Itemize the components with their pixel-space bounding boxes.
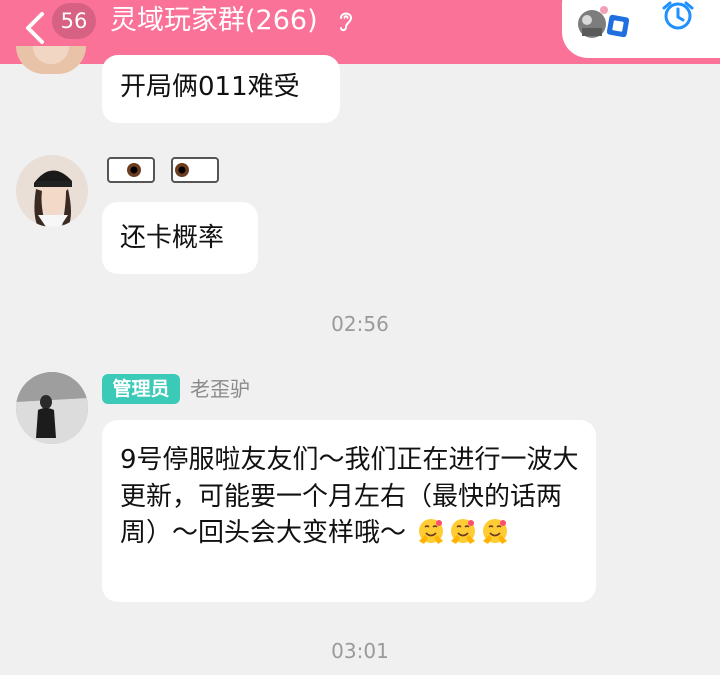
message-bubble[interactable]: 开局俩011难受 — [102, 55, 340, 123]
message-text: 还卡概率 — [120, 223, 225, 253]
user-avatar[interactable] — [16, 155, 88, 227]
message-bubble[interactable]: 还卡概率 — [102, 202, 258, 274]
timestamp: 02:56 — [331, 312, 389, 336]
eyes-emoji-icon — [107, 157, 219, 183]
avatar-image — [16, 155, 88, 227]
message-text: 9号停服啦友友们～我们正在进行一波大更新，可能要一个月左右（最快的话两周）～回头… — [120, 442, 590, 552]
unread-count-badge[interactable]: 56 — [52, 3, 96, 39]
sender-avatar-partial[interactable] — [16, 46, 86, 74]
ear-icon[interactable] — [336, 9, 356, 33]
timestamp: 03:01 — [331, 639, 389, 663]
message-text: 开局俩011难受 — [120, 72, 300, 102]
group-title[interactable]: 灵域玩家群(266) — [110, 2, 318, 40]
message-bubble[interactable]: 9号停服啦友友们～我们正在进行一波大更新，可能要一个月左右（最快的话两周）～回头… — [102, 420, 596, 602]
sender-name[interactable]: 老歪驴 — [190, 374, 250, 404]
chat-header: 56 灵域玩家群(266) — [0, 0, 720, 64]
hugging-face-emoji-icon — [483, 519, 508, 544]
hugging-face-emoji-icon — [419, 519, 444, 544]
alarm-clock-icon[interactable] — [660, 0, 696, 34]
admin-role-tag: 管理员 — [102, 374, 180, 404]
group-avatar-stack-icon[interactable] — [576, 4, 636, 40]
admin-avatar[interactable] — [16, 372, 88, 444]
hugging-face-emoji-icon — [451, 519, 476, 544]
back-arrow-icon[interactable] — [20, 8, 50, 48]
avatar-image — [16, 372, 88, 444]
